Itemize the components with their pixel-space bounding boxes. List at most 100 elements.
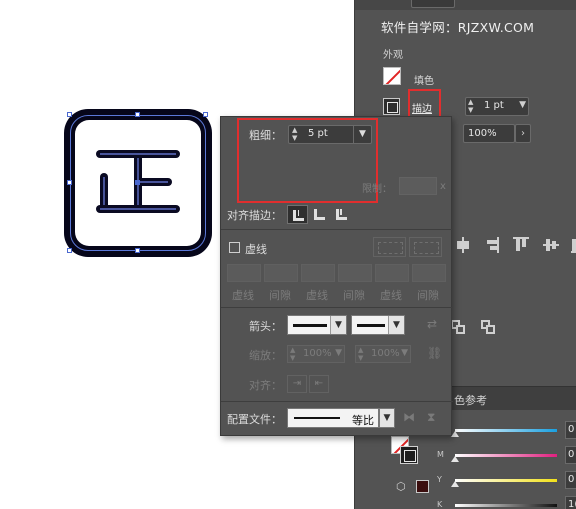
miter-limit-field[interactable]	[399, 177, 437, 195]
chevron-down-icon[interactable]: ▼	[330, 316, 346, 334]
selection-handle-l[interactable]	[67, 180, 72, 185]
m-value[interactable]: 0	[565, 446, 576, 464]
align-right-icon[interactable]	[483, 237, 499, 253]
profile-label: 配置文件：	[227, 413, 282, 426]
y-slider-knob[interactable]	[451, 481, 459, 487]
arrow-place-button[interactable]: ⇤	[309, 375, 329, 393]
gap-3-caption: 间隙	[417, 289, 439, 302]
selection-handle-c[interactable]	[135, 180, 140, 185]
align-stroke-outside-button[interactable]	[331, 205, 352, 224]
arrowheads-label: 箭头：	[249, 320, 282, 333]
start-arrowhead-dropdown[interactable]: ▼	[287, 315, 347, 335]
cube-icon[interactable]: ⬡	[396, 481, 408, 493]
c-slider-track[interactable]	[455, 429, 557, 432]
flip-vertical-icon[interactable]: ⧗	[427, 410, 435, 425]
dashed-line-checkbox[interactable]	[229, 242, 240, 253]
color-stroke-swatch[interactable]	[400, 446, 418, 464]
top-partial-field[interactable]	[411, 0, 455, 8]
gap-2-field[interactable]	[338, 264, 372, 282]
align-stroke-label: 对齐描边：	[227, 209, 282, 222]
end-scale-field[interactable]: ▲ ▼ 100% ▼	[355, 345, 411, 363]
link-icon[interactable]: ⛓	[427, 346, 442, 360]
stroke-weight-value: 1 pt	[484, 100, 504, 111]
panel-top-strip	[355, 0, 576, 10]
arrange-button-2[interactable]	[481, 320, 496, 335]
m-slider-track[interactable]	[455, 454, 557, 457]
cmyk-c-row[interactable]: 0	[435, 421, 576, 439]
color-guide-tab[interactable]: 色参考	[449, 386, 576, 410]
fill-label: 填色	[414, 76, 434, 87]
align-stroke-inside-button[interactable]	[309, 205, 330, 224]
align-objects-row	[455, 237, 576, 255]
y-slider-track[interactable]	[455, 479, 557, 482]
separator	[221, 401, 453, 402]
dash-preset-align[interactable]	[409, 237, 442, 257]
gap-3-field[interactable]	[412, 264, 446, 282]
weight-highlight-box	[237, 118, 378, 203]
cmyk-k-row[interactable]: K 1(	[435, 496, 576, 509]
color-guide-tab-label: 色参考	[454, 394, 487, 407]
m-slider-knob[interactable]	[451, 456, 459, 462]
end-scale-value: 100%	[371, 348, 400, 359]
dash-3-field[interactable]	[375, 264, 409, 282]
end-arrowhead-dropdown[interactable]: ▼	[351, 315, 405, 335]
start-scale-value: 100%	[303, 348, 332, 359]
last-color-swatch[interactable]	[416, 480, 429, 493]
c-slider-knob[interactable]	[451, 431, 459, 437]
k-slider-track[interactable]	[455, 504, 557, 507]
align-center-vertical-icon[interactable]	[455, 237, 471, 253]
stroke-panel: 粗细： ▲ ▼ 5 pt ▼ 限制： x 对齐描边： 虚线 虚线 间隙 虚线 间隙…	[220, 116, 453, 436]
cmyk-m-row[interactable]: M 0	[435, 446, 576, 464]
opacity-expand-button[interactable]: ›	[515, 124, 531, 143]
appearance-section-title: 外观	[383, 50, 403, 61]
arrange-button-1[interactable]	[451, 320, 466, 335]
gap-1-field[interactable]	[264, 264, 298, 282]
profile-dropdown[interactable]: 等比	[287, 408, 379, 428]
start-scale-field[interactable]: ▲ ▼ 100% ▼	[287, 345, 345, 363]
k-value[interactable]: 1(	[565, 496, 576, 509]
fill-none-swatch[interactable]	[383, 67, 401, 85]
selection-handle-tl[interactable]	[67, 112, 72, 117]
chevron-down-icon[interactable]: ▼	[388, 316, 404, 334]
selection-handle-tr[interactable]	[203, 112, 208, 117]
stroke-swatch[interactable]	[383, 98, 400, 115]
align-top-icon[interactable]	[513, 237, 529, 253]
align-middle-icon[interactable]	[543, 237, 559, 253]
dash-3-caption: 虚线	[380, 289, 402, 302]
align-stroke-center-button[interactable]	[287, 205, 308, 224]
separator	[221, 229, 453, 230]
k-label: K	[437, 500, 443, 509]
dash-preset-exact[interactable]	[373, 237, 406, 257]
dash-1-caption: 虚线	[232, 289, 254, 302]
profile-value: 等比	[352, 414, 374, 427]
arrow-extend-button[interactable]: ⇥	[287, 375, 307, 393]
gap-2-caption: 间隙	[343, 289, 365, 302]
dash-2-caption: 虚线	[306, 289, 328, 302]
chevron-down-icon[interactable]: ▼	[519, 100, 526, 110]
canvas-artwork[interactable]	[64, 109, 212, 257]
chevron-down-icon[interactable]: ▼	[379, 408, 395, 428]
m-label: M	[437, 450, 444, 459]
selection-handle-b[interactable]	[135, 248, 140, 253]
y-value[interactable]: 0	[565, 471, 576, 489]
opacity-field[interactable]: 100%	[463, 124, 515, 143]
align-bottom-icon[interactable]	[571, 237, 576, 253]
dash-2-field[interactable]	[301, 264, 335, 282]
flip-horizontal-icon[interactable]: ⧓	[403, 410, 415, 424]
selection-handle-bl[interactable]	[67, 248, 72, 253]
stroke-weight-stepper[interactable]: ▲ ▼ 1 pt ▼	[465, 97, 529, 116]
dash-1-field[interactable]	[227, 264, 261, 282]
y-label: Y	[437, 475, 442, 484]
cmyk-y-row[interactable]: Y 0	[435, 471, 576, 489]
arrow-align-label: 对齐：	[249, 379, 282, 392]
dashed-line-label: 虚线	[245, 243, 267, 256]
limit-suffix: x	[440, 181, 446, 192]
c-value[interactable]: 0	[565, 421, 576, 439]
separator	[221, 307, 453, 308]
selection-handle-t[interactable]	[135, 112, 140, 117]
stepper-arrows-icon[interactable]: ▲ ▼	[468, 98, 473, 114]
stroke-tab-link[interactable]: 描边	[412, 100, 432, 115]
swap-arrows-icon[interactable]: ⇄	[427, 317, 437, 331]
watermark-text: 软件自学网：RJZXW.COM	[381, 20, 535, 35]
opacity-value: 100%	[468, 128, 497, 139]
